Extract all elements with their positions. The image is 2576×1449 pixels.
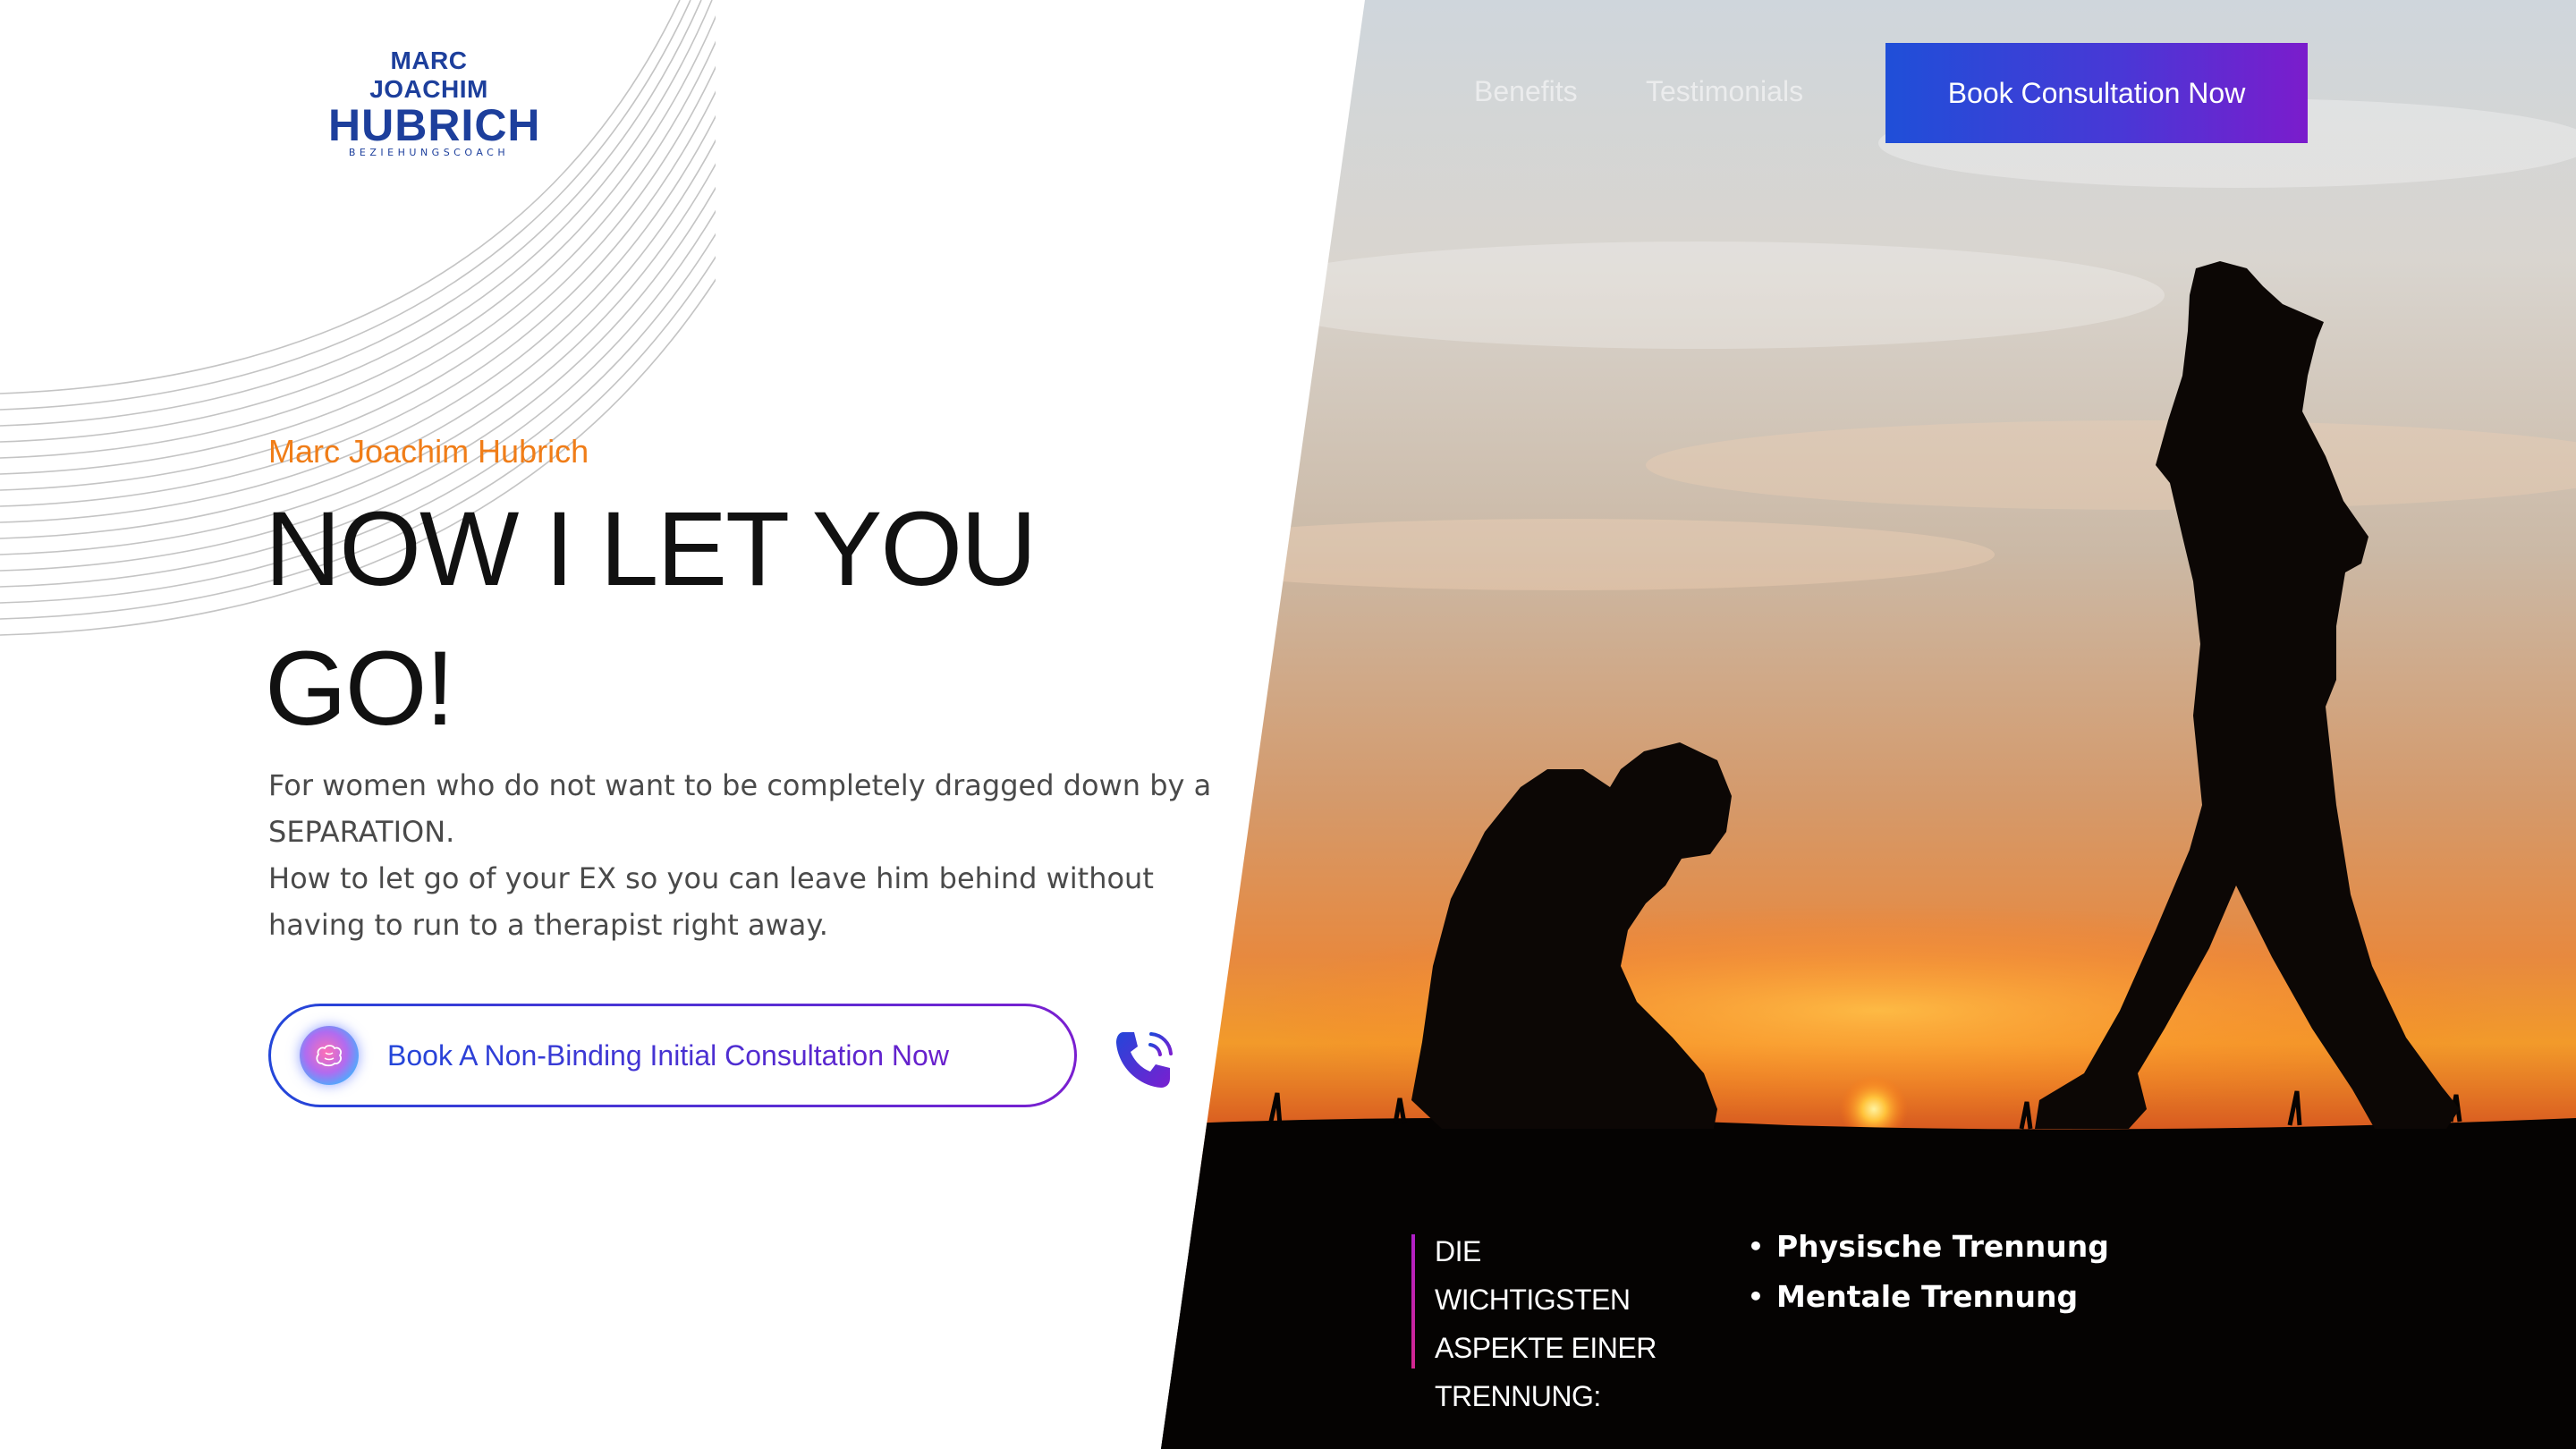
aspects-list: Physische Trennung Mentale Trennung	[1748, 1222, 2109, 1322]
hero-paragraph-1: For women who do not want to be complete…	[268, 768, 1212, 849]
nav-link-benefits[interactable]: Benefits	[1474, 75, 1578, 108]
logo-name-line1: MARC JOACHIM	[369, 47, 488, 103]
brand-logo[interactable]: MARC JOACHIM HUBRICH BEZIEHUNGSCOACH	[328, 47, 541, 159]
hero-description: For women who do not want to be complete…	[268, 762, 1216, 948]
initial-consultation-label: Book A Non-Binding Initial Consultation …	[387, 1038, 949, 1072]
landing-page: MARC JOACHIM HUBRICH BEZIEHUNGSCOACH Ben…	[0, 0, 2576, 1449]
aspect-item-physical: Physische Trennung	[1748, 1222, 2109, 1272]
phone-call-icon[interactable]	[1111, 1025, 1179, 1093]
book-consultation-button[interactable]: Book Consultation Now	[1885, 43, 2308, 143]
logo-name-line2: HUBRICH	[328, 100, 541, 150]
hero-paragraph-2: How to let go of your EX so you can leav…	[268, 861, 1154, 942]
logo-tagline: BEZIEHUNGSCOACH	[348, 147, 510, 158]
initial-consultation-button[interactable]: Book A Non-Binding Initial Consultation …	[268, 1004, 1077, 1107]
brain-orb-icon	[300, 1026, 359, 1085]
hero-headline: NOW I LET YOU GO!	[265, 490, 1037, 748]
aspects-accent-bar	[1411, 1234, 1415, 1368]
nav-link-testimonials[interactable]: Testimonials	[1646, 75, 1803, 108]
aspect-item-mental: Mentale Trennung	[1748, 1272, 2109, 1322]
aspects-title: DIE WICHTIGSTEN ASPEKTE EINER TRENNUNG:	[1435, 1235, 1657, 1412]
hero-eyebrow: Marc Joachim Hubrich	[268, 433, 589, 470]
